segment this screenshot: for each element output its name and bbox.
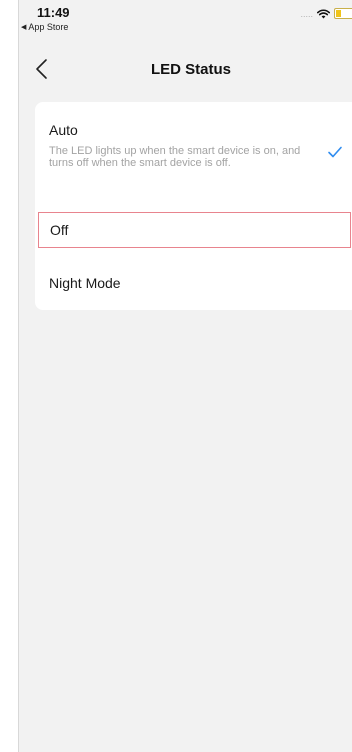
back-to-app-store-link[interactable]: ◀ App Store xyxy=(21,22,68,32)
option-auto[interactable]: Auto The LED lights up when the smart de… xyxy=(35,102,352,206)
back-app-label: App Store xyxy=(28,22,69,32)
wifi-icon xyxy=(317,8,330,18)
back-triangle-icon: ◀ xyxy=(21,24,27,31)
signal-icon: ..... xyxy=(300,8,313,19)
status-time: 11:49 xyxy=(37,5,70,20)
app-screen: 11:49 ◀ App Store ..... LED Status Auto … xyxy=(18,0,352,752)
option-night-mode-label: Night Mode xyxy=(49,275,121,291)
option-off-label: Off xyxy=(50,222,69,238)
option-auto-description: The LED lights up when the smart device … xyxy=(49,145,301,169)
battery-icon xyxy=(334,8,352,19)
status-indicators: ..... xyxy=(300,8,352,19)
status-bar: 11:49 ◀ App Store ..... xyxy=(19,0,352,44)
option-auto-label: Auto xyxy=(49,122,78,138)
navigation-bar: LED Status xyxy=(19,48,352,92)
option-off[interactable]: Off xyxy=(38,212,351,248)
checkmark-icon xyxy=(328,146,342,158)
page-title: LED Status xyxy=(150,61,231,78)
led-options-card: Auto The LED lights up when the smart de… xyxy=(35,102,352,310)
option-night-mode[interactable]: Night Mode xyxy=(35,262,352,306)
